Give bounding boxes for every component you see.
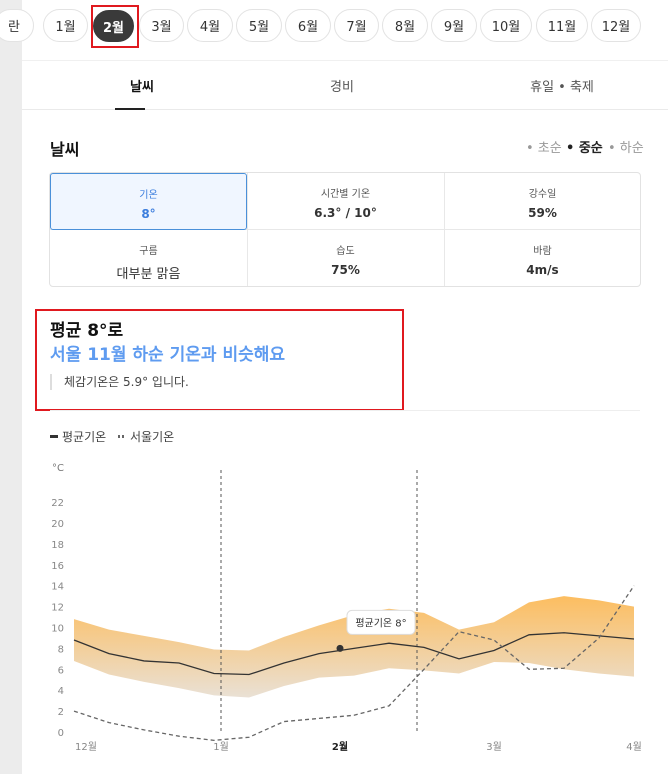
x-tick-label: 4월: [626, 741, 642, 753]
highlight-box-month: [91, 5, 139, 48]
x-tick-label: 1월: [213, 741, 229, 753]
segment-late[interactable]: • 하순: [608, 137, 644, 156]
tab-expenses[interactable]: 경비: [282, 61, 402, 110]
stat-humidity[interactable]: 습도 75%: [247, 230, 444, 287]
month-chip-1[interactable]: 1월: [43, 9, 88, 42]
legend-item-seoul: 서울기온: [118, 428, 174, 445]
stat-wind[interactable]: 바람 4m/s: [444, 230, 641, 287]
section-divider: [50, 410, 640, 411]
y-tick-label: 8: [58, 644, 64, 655]
tooltip-label: 평균기온 8°: [355, 617, 406, 629]
y-tick-label: 4: [58, 686, 64, 697]
month-chip-10[interactable]: 10월: [480, 9, 532, 42]
weather-stats-grid: 기온 8° 시간별 기온 6.3° / 10° 강수일 59% 구름 대부분 맑…: [49, 172, 641, 287]
stat-clouds[interactable]: 구름 대부분 맑음: [50, 230, 247, 287]
y-tick-label: 6: [58, 665, 64, 676]
y-tick-label: 18: [51, 540, 64, 551]
section-title: 날씨: [50, 140, 80, 159]
current-point-marker: [336, 644, 344, 652]
month-chip-8[interactable]: 8월: [382, 9, 428, 42]
tab-active-indicator: [115, 108, 145, 110]
month-chip-6[interactable]: 6월: [285, 9, 331, 42]
x-tick-label: 2월: [332, 741, 348, 753]
tab-bar: 날씨 경비 휴일 • 축제: [22, 60, 668, 110]
month-chip-11[interactable]: 11월: [536, 9, 588, 42]
y-tick-label: 14: [51, 582, 64, 593]
segment-early[interactable]: • 초순: [526, 137, 562, 156]
stat-precipitation-days[interactable]: 강수일 59%: [444, 173, 641, 230]
tab-weather[interactable]: 날씨: [82, 61, 202, 110]
y-tick-label: 0: [58, 728, 64, 739]
y-tick-label: 12: [51, 603, 64, 614]
month-chip-5[interactable]: 5월: [236, 9, 282, 42]
y-tick-label: 16: [51, 561, 64, 572]
x-tick-label: 3월: [486, 741, 502, 753]
legend-solid-mark: [50, 435, 58, 438]
tab-holidays-festivals[interactable]: 휴일 • 축제: [482, 61, 642, 110]
month-chip-7[interactable]: 7월: [334, 9, 379, 42]
y-tick-label: 20: [51, 519, 64, 530]
temperature-chart: °C 0 2 4 6 8 10 12 14 16 18 20 22 평균기온 8° 12월 1월 2월 3월 4월: [51, 463, 642, 753]
month-chip-4[interactable]: 4월: [187, 9, 233, 42]
month-chip-9[interactable]: 9월: [431, 9, 477, 42]
x-tick-label: 12월: [75, 741, 97, 753]
stat-hourly-temperature[interactable]: 시간별 기온 6.3° / 10°: [247, 173, 444, 230]
segment-mid[interactable]: • 중순: [566, 137, 603, 156]
y-axis-unit-label: °C: [52, 463, 64, 474]
stat-temperature[interactable]: 기온 8°: [50, 173, 247, 230]
y-tick-label: 22: [51, 498, 64, 509]
month-chip-12[interactable]: 12월: [591, 9, 641, 42]
y-tick-label: 2: [58, 707, 64, 718]
y-tick-label: 10: [51, 624, 64, 635]
month-chip-3[interactable]: 3월: [139, 9, 184, 42]
highlight-box-summary: [35, 309, 404, 411]
legend-dashed-mark: [118, 435, 126, 438]
legend-item-average: 평균기온: [50, 428, 106, 445]
month-chip-partial[interactable]: 란: [0, 9, 34, 42]
